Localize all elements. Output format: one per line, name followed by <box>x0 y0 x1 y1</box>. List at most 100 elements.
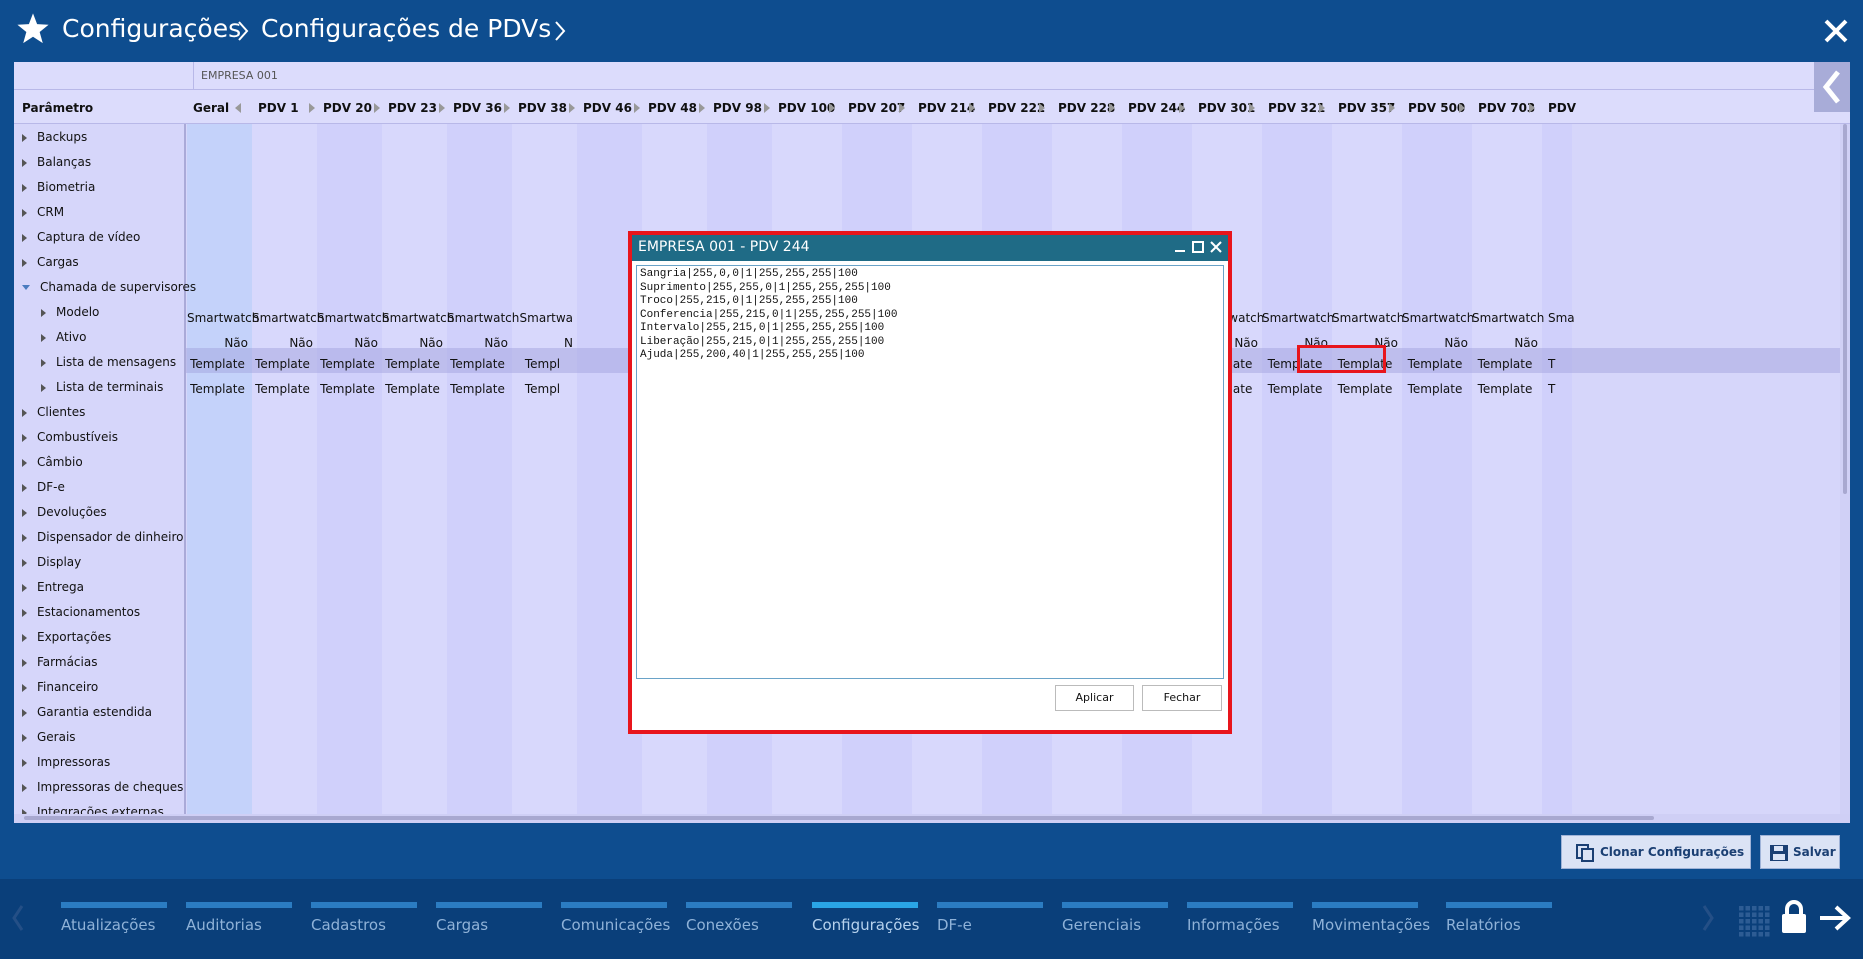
tree-item[interactable]: Devoluções <box>14 500 107 525</box>
column-header-pdv-207[interactable]: PDV 207 <box>848 101 905 115</box>
expand-arrow-icon[interactable] <box>1179 103 1185 113</box>
column-header-pdv-1[interactable]: PDV 1 <box>258 101 299 115</box>
expand-arrow-icon[interactable] <box>22 258 27 267</box>
expand-arrow-icon[interactable] <box>22 208 27 217</box>
collapse-arrow-icon[interactable] <box>235 103 241 113</box>
expand-arrow-icon[interactable] <box>309 103 315 113</box>
expand-arrow-icon[interactable] <box>569 103 575 113</box>
column-header-pdv-36[interactable]: PDV 36 <box>453 101 502 115</box>
expand-arrow-icon[interactable] <box>22 658 27 667</box>
tree-item[interactable]: Backups <box>14 125 87 150</box>
tree-item[interactable]: Ativo <box>14 325 86 350</box>
cell-mensagens[interactable]: Template <box>1472 357 1538 371</box>
cell-mensagens[interactable]: Template <box>187 357 248 371</box>
tree-item[interactable]: Entrega <box>14 575 84 600</box>
minimize-icon[interactable] <box>1172 239 1188 255</box>
highlighted-cell-pdv244[interactable] <box>1297 345 1386 373</box>
column-header-pdv-20[interactable]: PDV 20 <box>323 101 372 115</box>
column-header-pdv-214[interactable]: PDV 214 <box>918 101 975 115</box>
tree-item[interactable]: Chamada de supervisores <box>14 275 196 300</box>
expand-arrow-icon[interactable] <box>634 103 640 113</box>
expand-arrow-icon[interactable] <box>439 103 445 113</box>
cell-terminais[interactable]: Template <box>447 382 508 396</box>
cell-terminais[interactable]: Template <box>187 382 248 396</box>
expand-arrow-icon[interactable] <box>41 333 46 342</box>
column-header-pdv-301[interactable]: PDV 301 <box>1198 101 1255 115</box>
column-header-pdv-23[interactable]: PDV 23 <box>388 101 437 115</box>
expand-arrow-icon[interactable] <box>1459 103 1465 113</box>
expand-arrow-icon[interactable] <box>1319 103 1325 113</box>
tree-item[interactable]: Garantia estendida <box>14 700 152 725</box>
nav-tab-3[interactable]: Cargas <box>436 902 542 942</box>
column-header-pdv-222[interactable]: PDV 222 <box>988 101 1045 115</box>
expand-arrow-icon[interactable] <box>22 683 27 692</box>
tree-item[interactable]: Lista de terminais <box>14 375 163 400</box>
tree-item[interactable]: Impressoras <box>14 750 110 775</box>
chevron-right-icon[interactable] <box>1700 903 1716 933</box>
star-icon[interactable] <box>16 12 50 46</box>
expand-arrow-icon[interactable] <box>1249 103 1255 113</box>
expand-arrow-icon[interactable] <box>41 383 46 392</box>
cell-terminais[interactable]: Template <box>1262 382 1328 396</box>
maximize-icon[interactable] <box>1190 239 1206 255</box>
save-button[interactable]: Salvar <box>1760 835 1840 869</box>
tree-item[interactable]: Cargas <box>14 250 79 275</box>
nav-tab-7[interactable]: DF-e <box>937 902 1043 942</box>
column-header-pdv-357[interactable]: PDV 357 <box>1338 101 1395 115</box>
expand-arrow-icon[interactable] <box>22 458 27 467</box>
expanded-arrow-icon[interactable] <box>22 285 30 290</box>
cell-mensagens[interactable]: Template <box>382 357 443 371</box>
expand-arrow-icon[interactable] <box>829 103 835 113</box>
nav-tab-5[interactable]: Conexões <box>686 902 792 942</box>
nav-tab-9[interactable]: Informações <box>1187 902 1293 942</box>
collapse-panel-icon[interactable] <box>1814 62 1850 112</box>
tree-item[interactable]: Clientes <box>14 400 85 425</box>
column-header-geral[interactable]: Geral <box>193 101 229 115</box>
apply-button[interactable]: Aplicar <box>1055 685 1134 711</box>
expand-arrow-icon[interactable] <box>22 708 27 717</box>
expand-arrow-icon[interactable] <box>22 558 27 567</box>
lock-icon[interactable] <box>1780 899 1808 935</box>
cell-terminais[interactable]: Template <box>382 382 443 396</box>
nav-tab-11[interactable]: Relatórios <box>1446 902 1552 942</box>
nav-tab-2[interactable]: Cadastros <box>311 902 417 942</box>
column-header-pdv[interactable]: PDV <box>1548 101 1576 115</box>
tree-item[interactable]: Balanças <box>14 150 91 175</box>
cell-mensagens[interactable]: T <box>1542 357 1572 371</box>
expand-arrow-icon[interactable] <box>1109 103 1115 113</box>
message-list-textarea[interactable] <box>636 265 1224 679</box>
cell-terminais[interactable]: Templ <box>512 382 573 396</box>
dialog-titlebar[interactable]: EMPRESA 001 - PDV 244 <box>632 235 1228 261</box>
column-header-pdv-98[interactable]: PDV 98 <box>713 101 762 115</box>
expand-arrow-icon[interactable] <box>22 158 27 167</box>
tree-item[interactable]: Impressoras de cheques <box>14 775 183 800</box>
expand-arrow-icon[interactable] <box>969 103 975 113</box>
tree-item[interactable]: Financeiro <box>14 675 98 700</box>
expand-arrow-icon[interactable] <box>22 133 27 142</box>
expand-arrow-icon[interactable] <box>22 633 27 642</box>
cell-mensagens[interactable]: Template <box>447 357 508 371</box>
nav-tab-0[interactable]: Atualizações <box>61 902 167 942</box>
tree-item[interactable]: Captura de vídeo <box>14 225 140 250</box>
column-header-pdv-321[interactable]: PDV 321 <box>1268 101 1325 115</box>
cell-mensagens[interactable]: Template <box>317 357 378 371</box>
breadcrumb-root[interactable]: Configurações <box>62 14 241 43</box>
logout-arrow-icon[interactable] <box>1818 903 1852 933</box>
column-header-pdv-500[interactable]: PDV 500 <box>1408 101 1465 115</box>
expand-arrow-icon[interactable] <box>504 103 510 113</box>
close-icon[interactable] <box>1823 18 1849 44</box>
nav-tab-6[interactable]: Configurações <box>812 902 919 942</box>
column-header-pdv-228[interactable]: PDV 228 <box>1058 101 1115 115</box>
tree-item[interactable]: Exportações <box>14 625 111 650</box>
breadcrumb-current[interactable]: Configurações de PDVs <box>261 14 551 43</box>
tree-item[interactable]: Gerais <box>14 725 76 750</box>
expand-arrow-icon[interactable] <box>22 433 27 442</box>
clone-config-button[interactable]: Clonar Configurações <box>1561 835 1751 869</box>
tree-item[interactable]: Dispensador de dinheiro <box>14 525 183 550</box>
cell-terminais[interactable]: Template <box>1472 382 1538 396</box>
cell-terminais[interactable]: Template <box>1332 382 1398 396</box>
column-header-pdv-703[interactable]: PDV 703 <box>1478 101 1535 115</box>
expand-arrow-icon[interactable] <box>22 758 27 767</box>
expand-arrow-icon[interactable] <box>22 408 27 417</box>
expand-arrow-icon[interactable] <box>22 183 27 192</box>
